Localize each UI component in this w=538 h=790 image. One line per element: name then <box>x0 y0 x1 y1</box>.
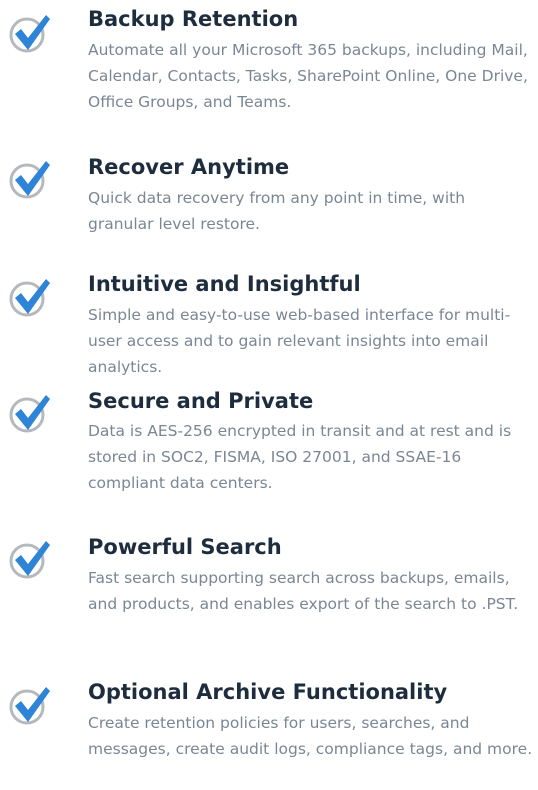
feature-description: Quick data recovery from any point in ti… <box>88 189 466 233</box>
checkmark-circle-icon <box>9 395 50 433</box>
feature-title: Recover Anytime <box>88 155 290 179</box>
feature-description: Fast search supporting search across bac… <box>88 569 519 613</box>
feature-description: Data is AES-256 encrypted in transit and… <box>88 422 512 492</box>
feature-description: Simple and easy-to-use web-based interfa… <box>88 306 511 376</box>
checkmark-circle-icon <box>9 541 50 579</box>
feature-title: Backup Retention <box>88 7 299 31</box>
checkmark-circle-icon <box>9 687 50 725</box>
checkmark-circle-icon <box>9 279 50 317</box>
checkmark-circle-icon <box>9 15 50 53</box>
checkmark-circle-icon <box>9 161 50 199</box>
feature-title: Secure and Private <box>88 389 314 413</box>
feature-title: Optional Archive Functionality <box>88 680 448 704</box>
feature-description: Create retention policies for users, sea… <box>88 714 533 758</box>
feature-title: Powerful Search <box>88 535 282 559</box>
feature-title: Intuitive and Insightful <box>88 272 361 296</box>
feature-description: Automate all your Microsoft 365 backups,… <box>88 41 528 111</box>
